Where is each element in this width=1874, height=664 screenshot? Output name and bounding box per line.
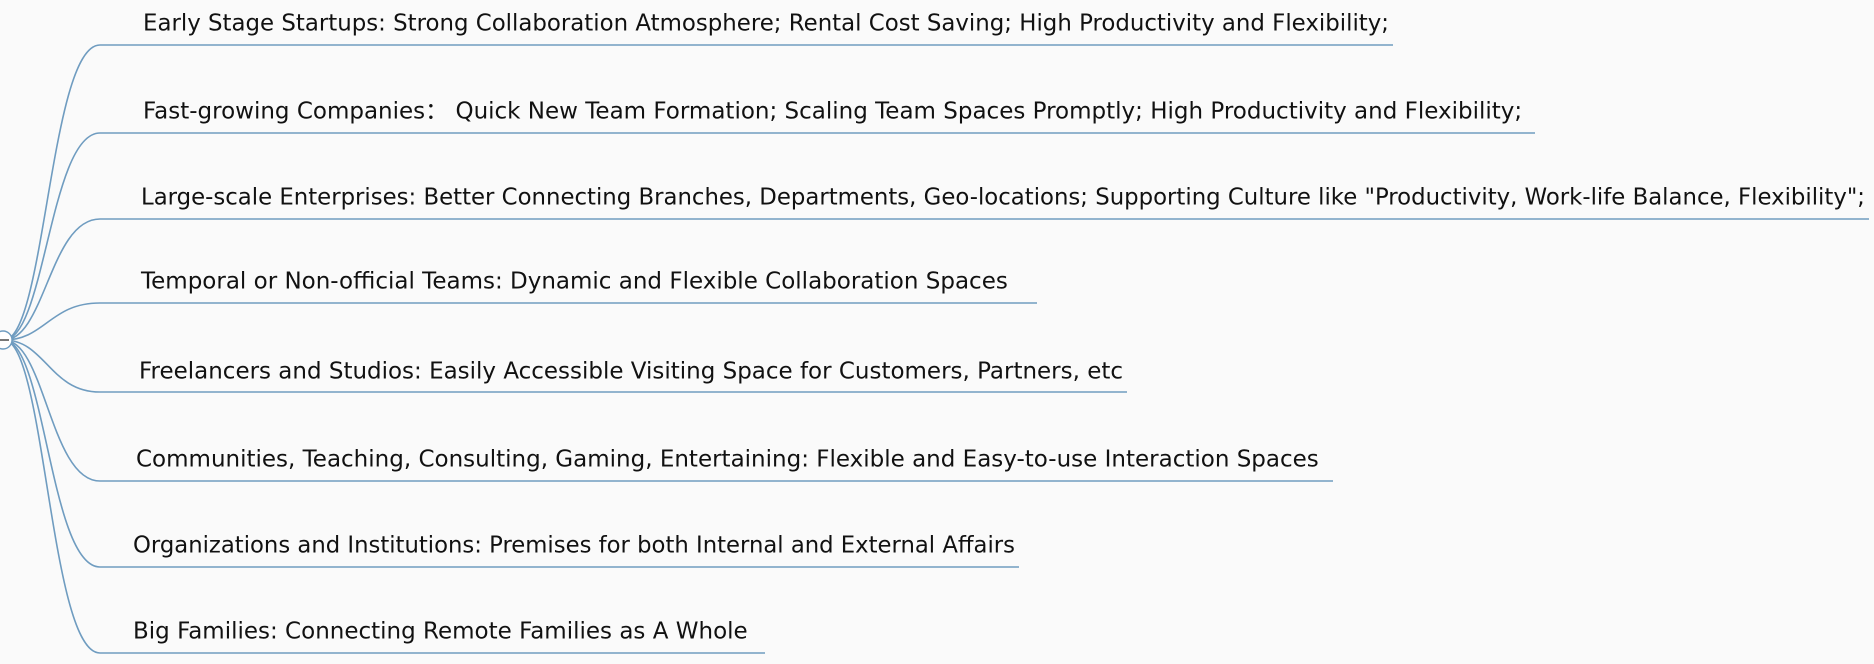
branch-label[interactable]: Freelancers and Studios: Easily Accessib…	[139, 359, 1123, 385]
branch-connectors	[3, 44, 1869, 654]
mindmap-canvas: Early Stage Startups: Strong Collaborati…	[0, 11, 1869, 654]
branch-label[interactable]: Communities, Teaching, Consulting, Gamin…	[136, 447, 1319, 473]
branch-label[interactable]: Organizations and Institutions: Premises…	[133, 533, 1015, 559]
branch-label[interactable]: Early Stage Startups: Strong Collaborati…	[143, 11, 1389, 37]
branch-label[interactable]: Fast-growing Companies： Quick New Team F…	[143, 99, 1522, 125]
branch-connector	[3, 339, 101, 568]
branch-connector	[3, 339, 101, 654]
branch-label[interactable]: Temporal or Non-official Teams: Dynamic …	[140, 269, 1008, 295]
root-collapse-toggle[interactable]	[0, 330, 13, 350]
branch-connector	[3, 339, 101, 393]
branch-connector	[3, 132, 101, 341]
branch-connector	[3, 218, 101, 341]
branch-labels: Early Stage Startups: Strong Collaborati…	[133, 11, 1865, 645]
branch-label[interactable]: Large-scale Enterprises: Better Connecti…	[141, 185, 1865, 211]
branch-connector	[3, 44, 101, 341]
branch-connector	[3, 339, 101, 482]
branch-label[interactable]: Big Families: Connecting Remote Families…	[133, 619, 748, 645]
